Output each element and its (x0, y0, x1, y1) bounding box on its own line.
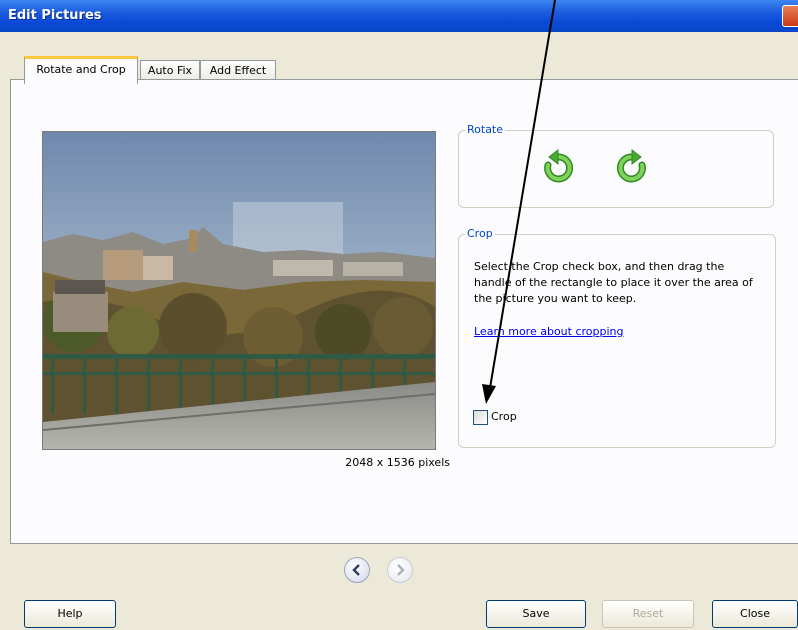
rotate-left-icon (544, 148, 574, 183)
save-button[interactable]: Save (486, 600, 586, 628)
rotate-right-button[interactable] (613, 148, 651, 187)
crop-checkbox[interactable] (473, 410, 488, 425)
help-button[interactable]: Help (24, 600, 116, 628)
landscape-photo (43, 132, 435, 449)
close-button[interactable]: Close (712, 600, 798, 628)
crop-checkbox-label[interactable]: Crop (491, 410, 517, 423)
crop-group: Crop Select the Crop check box, and then… (458, 227, 776, 448)
next-picture-button[interactable] (387, 557, 413, 583)
rotate-group-label: Rotate (465, 123, 506, 136)
chevron-right-icon (397, 564, 405, 576)
title-bar[interactable]: Edit Pictures (0, 0, 798, 32)
crop-group-label: Crop (465, 227, 495, 240)
window-close-icon[interactable] (782, 5, 798, 27)
previous-picture-button[interactable] (344, 557, 370, 583)
edit-pictures-window: Edit Pictures Rotate and Crop Auto Fix A… (0, 0, 798, 630)
picture-dimensions: 2048 x 1536 pixels (345, 456, 450, 469)
rotate-group: Rotate (458, 123, 774, 208)
chevron-left-icon (352, 564, 360, 576)
rotate-right-icon (616, 148, 646, 183)
rotate-left-button[interactable] (539, 148, 577, 187)
window-title: Edit Pictures (8, 8, 102, 23)
tab-add-effect[interactable]: Add Effect (200, 60, 276, 81)
tab-auto-fix[interactable]: Auto Fix (140, 60, 200, 81)
crop-instructions: Select the Crop check box, and then drag… (474, 260, 753, 305)
picture-preview[interactable] (42, 131, 436, 450)
learn-more-cropping-link[interactable]: Learn more about cropping (474, 325, 624, 338)
tab-rotate-and-crop[interactable]: Rotate and Crop (24, 56, 138, 84)
reset-button[interactable]: Reset (602, 600, 694, 628)
